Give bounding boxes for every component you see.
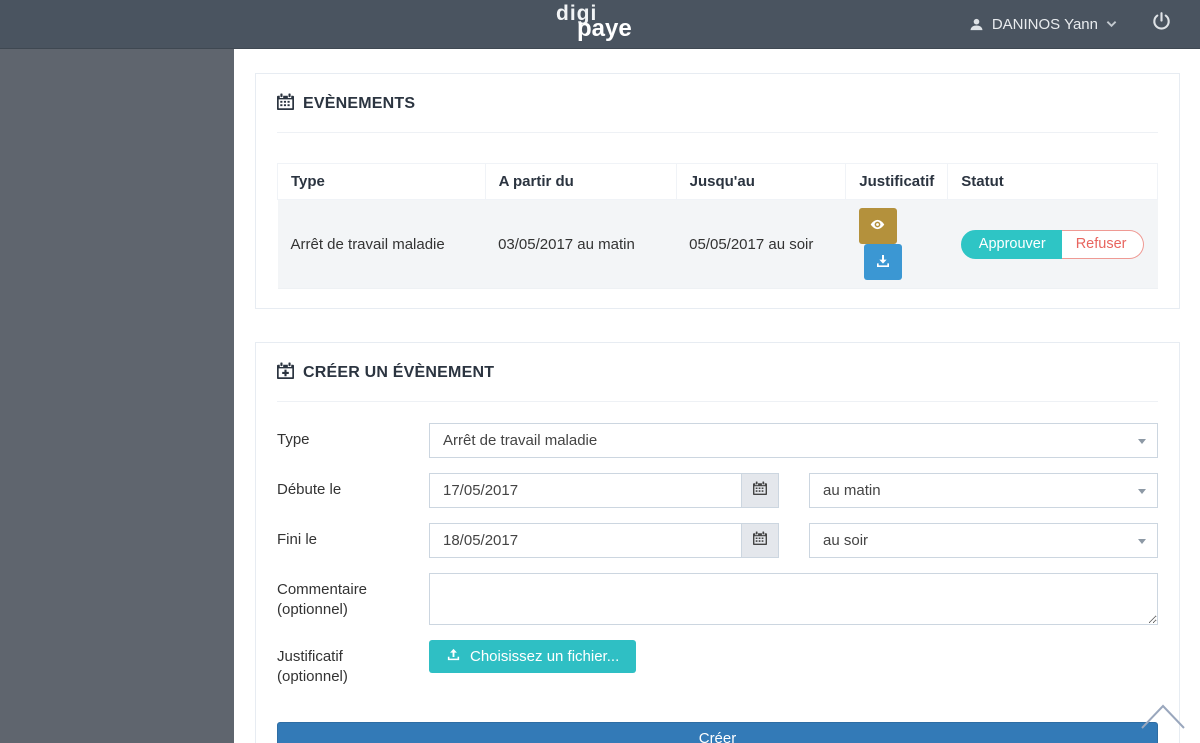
- create-card-title-text: CRÉER UN ÉVÈNEMENT: [303, 364, 494, 382]
- events-card: EVÈNEMENTS Type A partir du Jusqu'au Jus…: [255, 73, 1180, 309]
- end-period-value: au soir: [823, 532, 868, 549]
- table-row: Arrêt de travail maladie 03/05/2017 au m…: [278, 200, 1158, 289]
- start-period-select[interactable]: au matin: [809, 473, 1158, 508]
- user-icon: [969, 17, 984, 32]
- calendar-icon: [753, 531, 767, 550]
- calendar-icon: [753, 481, 767, 500]
- file-label: Justificatif (optionnel): [277, 640, 429, 686]
- sidebar: [0, 49, 234, 743]
- cell-event-type: Arrêt de travail maladie: [278, 200, 486, 289]
- column-header-justificatif: Justificatif: [846, 164, 948, 200]
- chevron-down-icon: [1138, 439, 1146, 444]
- form-row-start: Débute le: [277, 473, 1158, 508]
- main-content: EVÈNEMENTS Type A partir du Jusqu'au Jus…: [234, 49, 1200, 743]
- column-header-to: Jusqu'au: [676, 164, 846, 200]
- top-bar: digi paye DANINOS Yann: [0, 0, 1200, 49]
- divider: [277, 132, 1158, 133]
- start-label: Débute le: [277, 473, 429, 508]
- calendar-plus-icon: [277, 362, 294, 384]
- cell-statut: Approuver Refuser: [948, 200, 1158, 289]
- type-label: Type: [277, 423, 429, 458]
- power-icon: [1151, 11, 1172, 37]
- choose-file-button[interactable]: Choisissez un fichier...: [429, 640, 636, 673]
- create-card-title: CRÉER UN ÉVÈNEMENT: [277, 362, 1158, 384]
- start-date-calendar-addon[interactable]: [741, 473, 779, 508]
- logout-power-button[interactable]: [1151, 11, 1172, 37]
- eye-icon: [869, 216, 886, 236]
- chevron-down-icon: [1106, 20, 1117, 28]
- events-card-title: EVÈNEMENTS: [277, 93, 1158, 115]
- cell-justificatif: [846, 200, 948, 289]
- create-event-form: Type Arrêt de travail maladie Débute le: [277, 423, 1158, 743]
- download-justificatif-button[interactable]: [864, 244, 902, 280]
- download-icon: [875, 253, 891, 272]
- chevron-down-icon: [1138, 489, 1146, 494]
- scroll-to-top-button[interactable]: [1140, 702, 1186, 735]
- events-table: Type A partir du Jusqu'au Justificatif S…: [277, 163, 1158, 289]
- status-button-group: Approuver Refuser: [961, 230, 1145, 259]
- refuse-button[interactable]: Refuser: [1062, 230, 1145, 259]
- column-header-from: A partir du: [485, 164, 676, 200]
- user-name: DANINOS Yann: [992, 16, 1098, 33]
- end-date-group: [429, 523, 779, 558]
- form-row-comment: Commentaire (optionnel): [277, 573, 1158, 625]
- create-button[interactable]: Créer: [277, 722, 1158, 743]
- column-header-statut: Statut: [948, 164, 1158, 200]
- end-label: Fini le: [277, 523, 429, 558]
- cell-event-from: 03/05/2017 au matin: [485, 200, 676, 289]
- column-header-type: Type: [278, 164, 486, 200]
- type-select[interactable]: Arrêt de travail maladie: [429, 423, 1158, 458]
- end-date-input[interactable]: [429, 523, 741, 558]
- cell-event-to: 05/05/2017 au soir: [676, 200, 846, 289]
- end-period-select[interactable]: au soir: [809, 523, 1158, 558]
- view-justificatif-button[interactable]: [859, 208, 897, 244]
- calendar-icon: [277, 93, 294, 115]
- end-date-calendar-addon[interactable]: [741, 523, 779, 558]
- start-date-group: [429, 473, 779, 508]
- chevron-down-icon: [1138, 539, 1146, 544]
- start-period-value: au matin: [823, 482, 881, 499]
- form-row-submit: Créer: [277, 722, 1158, 743]
- chevron-up-icon: [1140, 717, 1186, 734]
- type-select-value: Arrêt de travail maladie: [443, 432, 597, 449]
- approve-button[interactable]: Approuver: [961, 230, 1062, 259]
- divider: [277, 401, 1158, 402]
- form-row-end: Fini le: [277, 523, 1158, 558]
- user-menu[interactable]: DANINOS Yann: [969, 16, 1117, 33]
- events-card-title-text: EVÈNEMENTS: [303, 95, 415, 113]
- events-table-header-row: Type A partir du Jusqu'au Justificatif S…: [278, 164, 1158, 200]
- logo-text-paye: paye: [577, 15, 632, 43]
- upload-icon: [446, 647, 461, 666]
- app-logo: digi paye: [530, 2, 670, 48]
- create-event-card: CRÉER UN ÉVÈNEMENT Type Arrêt de travail…: [255, 342, 1180, 743]
- form-row-type: Type Arrêt de travail maladie: [277, 423, 1158, 458]
- comment-label: Commentaire (optionnel): [277, 573, 429, 625]
- choose-file-label: Choisissez un fichier...: [470, 648, 619, 665]
- form-row-file: Justificatif (optionnel) Choisissez un f…: [277, 640, 1158, 686]
- start-date-input[interactable]: [429, 473, 741, 508]
- comment-textarea[interactable]: [429, 573, 1158, 625]
